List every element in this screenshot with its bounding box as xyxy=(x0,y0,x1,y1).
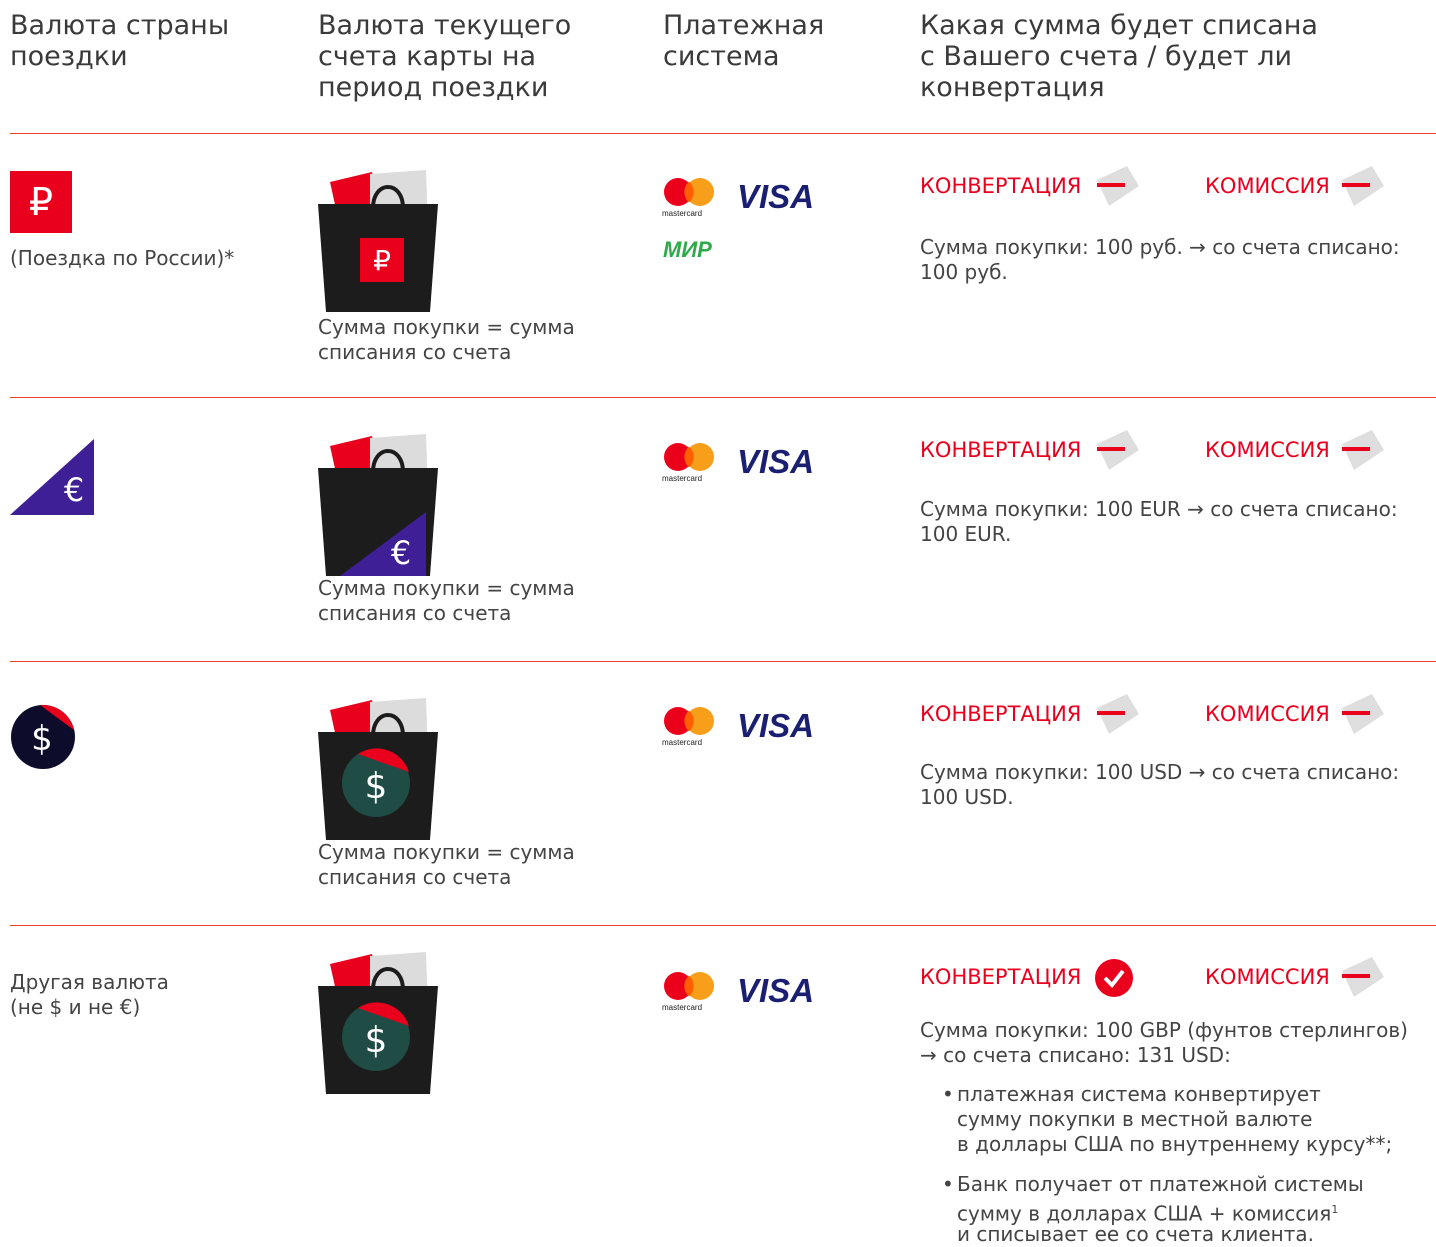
charge-description: Сумма покупки: 100 EUR → со счета списан… xyxy=(920,497,1398,546)
svg-text:$: $ xyxy=(31,719,53,759)
shopping-bag-dollar-icon: $ xyxy=(316,696,442,846)
same-amount-text: Сумма покупки = сумма списания со счета xyxy=(318,840,575,889)
dollar-icon: $ xyxy=(10,704,76,774)
visa-logo: VISA xyxy=(737,703,827,747)
ruble-icon: ₽ xyxy=(10,171,72,237)
divider xyxy=(10,133,1436,134)
visa-logo: VISA xyxy=(737,968,827,1012)
svg-text:VISA: VISA xyxy=(737,178,814,214)
charge-description: Сумма покупки: 100 USD → со счета списан… xyxy=(920,760,1400,809)
minus-icon xyxy=(1085,430,1141,476)
divider xyxy=(10,661,1436,662)
bullet-text: Банк получает от платежной системы сумму… xyxy=(957,1172,1364,1226)
country-note: (Поездка по России)* xyxy=(10,246,235,270)
mastercard-logo xyxy=(662,972,722,1018)
mastercard-logo xyxy=(662,178,722,224)
svg-text:$: $ xyxy=(365,766,388,807)
commission-label: КОМИССИЯ xyxy=(1205,702,1330,726)
charge-description: Сумма покупки: 100 GBP (фунтов стерлинго… xyxy=(920,1018,1408,1067)
minus-icon xyxy=(1330,430,1386,476)
header-currency-country: Валюта страны поездки xyxy=(10,10,230,72)
divider xyxy=(10,925,1436,926)
svg-text:VISA: VISA xyxy=(737,707,814,743)
visa-logo: VISA xyxy=(737,439,827,483)
minus-icon xyxy=(1330,957,1386,1003)
svg-text:₽: ₽ xyxy=(373,244,391,277)
header-payment-system: Платежная система xyxy=(663,10,825,72)
minus-icon xyxy=(1085,694,1141,740)
minus-icon xyxy=(1330,166,1386,212)
divider xyxy=(10,397,1436,398)
header-charge-amount: Какая сумма будет списана с Вашего счета… xyxy=(920,10,1318,103)
minus-icon xyxy=(1085,166,1141,212)
svg-text:€: € xyxy=(64,471,84,509)
check-icon xyxy=(1094,958,1134,1002)
svg-text:VISA: VISA xyxy=(737,443,814,479)
commission-label: КОМИССИЯ xyxy=(1205,438,1330,462)
mastercard-logo xyxy=(662,443,722,489)
conversion-label: КОНВЕРТАЦИЯ xyxy=(920,174,1082,198)
svg-text:VISA: VISA xyxy=(737,972,814,1008)
mir-logo: МИР xyxy=(663,236,743,264)
svg-text:$: $ xyxy=(365,1020,388,1061)
bullet-continuation: и списывает ее со счета клиента. xyxy=(957,1222,1315,1246)
same-amount-text: Сумма покупки = сумма списания со счета xyxy=(318,576,575,625)
conversion-label: КОНВЕРТАЦИЯ xyxy=(920,438,1082,462)
bullet-item: платежная система конвертирует сумму пок… xyxy=(942,1082,1392,1157)
shopping-bag-euro-icon: € xyxy=(316,432,442,582)
charge-description: Сумма покупки: 100 руб. → со счета списа… xyxy=(920,235,1400,284)
svg-text:₽: ₽ xyxy=(29,180,53,224)
commission-label: КОМИССИЯ xyxy=(1205,174,1330,198)
footnote-mark: 1 xyxy=(1331,1203,1339,1216)
header-card-currency: Валюта текущего счета карты на период по… xyxy=(318,10,572,103)
svg-text:МИР: МИР xyxy=(663,237,712,260)
country-note: Другая валюта (не $ и не €) xyxy=(10,970,169,1019)
commission-label: КОМИССИЯ xyxy=(1205,965,1330,989)
conversion-label: КОНВЕРТАЦИЯ xyxy=(920,965,1082,989)
mastercard-logo xyxy=(662,707,722,753)
visa-logo: VISA xyxy=(737,174,827,218)
same-amount-text: Сумма покупки = сумма списания со счета xyxy=(318,315,575,364)
svg-text:€: € xyxy=(391,534,411,572)
shopping-bag-ruble-icon: ₽ xyxy=(316,168,442,318)
euro-icon: € xyxy=(10,439,94,519)
bullet-item: Банк получает от платежной системы сумму… xyxy=(942,1172,1364,1227)
minus-icon xyxy=(1330,694,1386,740)
shopping-bag-dollar-icon: $ xyxy=(316,950,442,1100)
conversion-label: КОНВЕРТАЦИЯ xyxy=(920,702,1082,726)
